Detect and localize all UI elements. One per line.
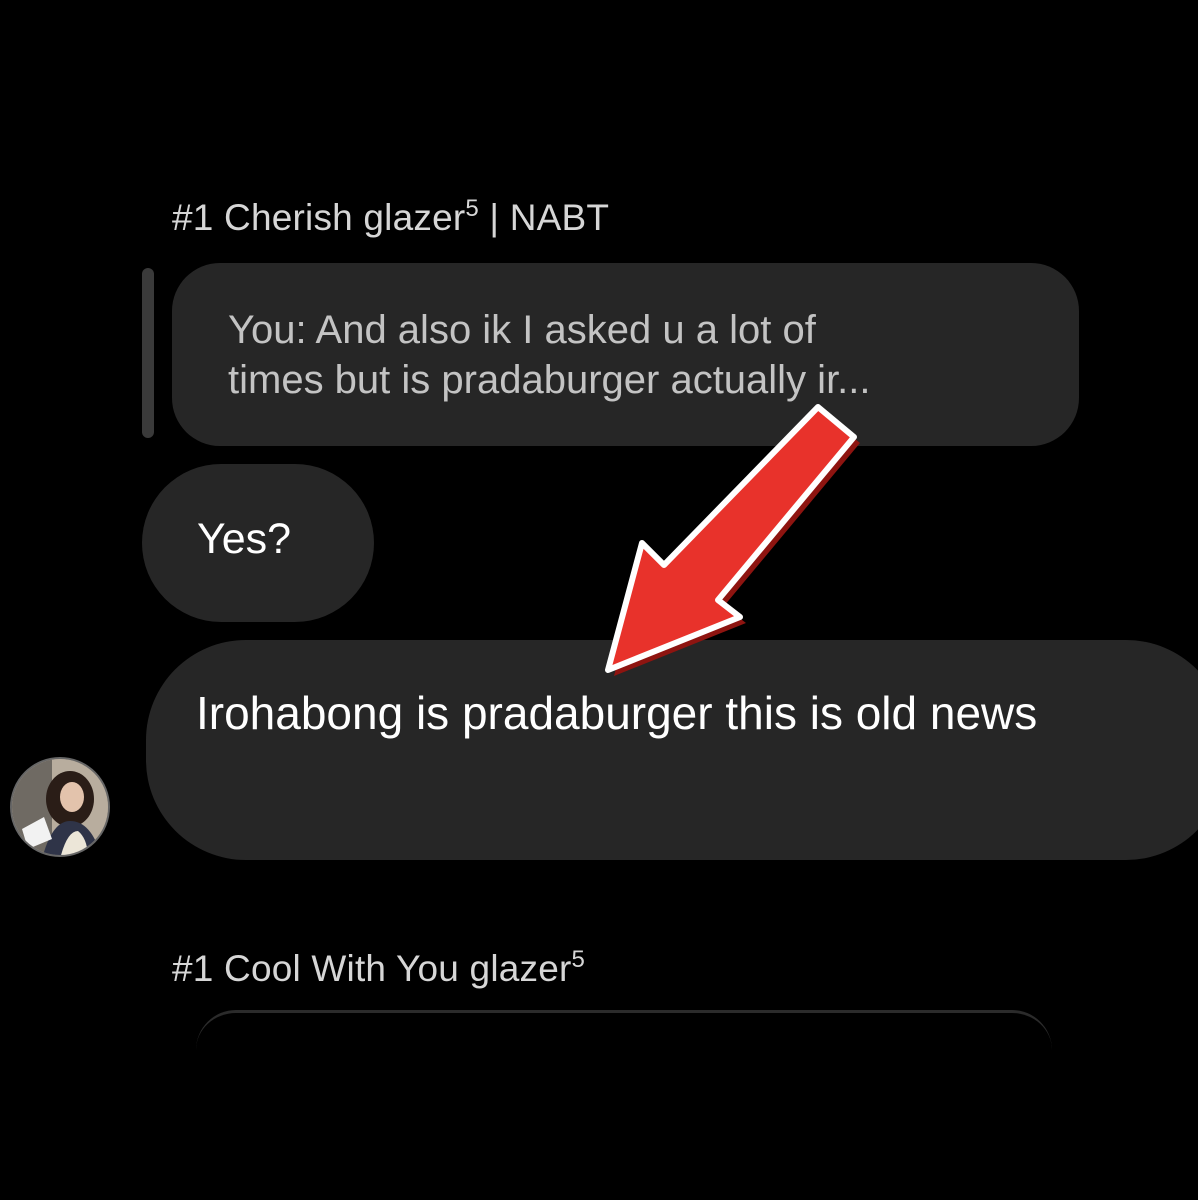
red-arrow-icon <box>605 404 860 676</box>
reply-indicator-bar <box>142 268 154 438</box>
sender-name-2: #1 Cool With You glazer5 <box>172 948 585 990</box>
sender-name-1: #1 Cherish glazer5 | NABT <box>172 197 609 239</box>
avatar-photo-icon <box>12 759 108 855</box>
message-text: Yes? <box>197 515 292 563</box>
next-message-bubble-edge <box>196 1010 1052 1053</box>
message-bubble-yes[interactable]: Yes? <box>142 464 374 622</box>
sender-2-superscript: 5 <box>571 946 586 973</box>
message-text: Irohabong is pradaburger this is old new… <box>196 687 1038 739</box>
sender-1-suffix: | NABT <box>478 197 610 238</box>
sender-1-superscript: 5 <box>465 195 479 222</box>
sender-2-name-text: #1 Cool With You glazer <box>172 948 572 989</box>
quoted-line-1: You: And also ik I asked u a lot of <box>228 308 816 352</box>
avatar[interactable] <box>10 757 110 857</box>
sender-1-name-text: #1 Cherish glazer <box>172 197 466 238</box>
